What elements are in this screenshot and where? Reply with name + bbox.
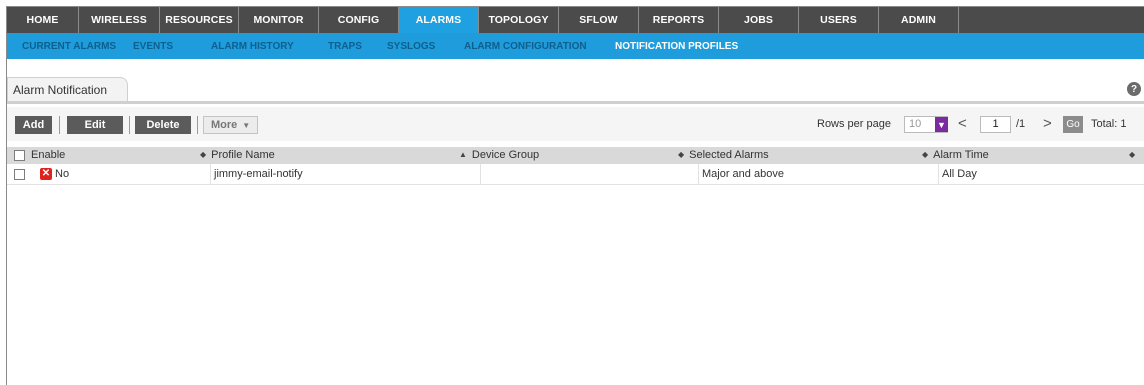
nav-wireless[interactable]: WIRELESS <box>79 7 160 33</box>
row-alarm-time: All Day <box>938 164 1144 185</box>
sub-nav: CURRENT ALARMS EVENTS ALARM HISTORY TRAP… <box>7 33 1144 61</box>
toolbar-divider <box>59 116 60 134</box>
delete-button[interactable]: Delete <box>135 116 191 134</box>
sort-icon: ◆ <box>922 150 929 159</box>
tab-label: Alarm Notification <box>13 82 108 97</box>
page-count: /1 <box>1016 118 1026 130</box>
subnav-alarm-history[interactable]: ALARM HISTORY <box>211 41 294 52</box>
nav-config[interactable]: CONFIG <box>319 7 399 33</box>
subnav-current-alarms[interactable]: CURRENT ALARMS <box>22 41 116 52</box>
nav-resources[interactable]: RESOURCES <box>160 7 239 33</box>
toolbar: Add Edit Delete More ▼ Rows per page 10 … <box>7 107 1144 141</box>
subnav-notification-profiles[interactable]: NOTIFICATION PROFILES <box>615 41 738 52</box>
column-header-selected-alarms[interactable]: ◆ Selected Alarms <box>678 149 769 161</box>
add-button[interactable]: Add <box>15 116 52 134</box>
toolbar-divider <box>129 116 130 134</box>
next-page-icon[interactable]: > <box>1043 115 1052 132</box>
more-dropdown-button[interactable]: More ▼ <box>203 116 258 134</box>
more-label: More <box>211 119 238 131</box>
sort-icon: ◆ <box>200 150 207 159</box>
column-header-label: Selected Alarms <box>689 149 769 161</box>
go-button[interactable]: Go <box>1063 116 1083 133</box>
subnav-alarm-configuration[interactable]: ALARM CONFIGURATION <box>464 41 587 52</box>
content-frame: HOME WIRELESS RESOURCES MONITOR CONFIG A… <box>6 6 1144 385</box>
main-nav: HOME WIRELESS RESOURCES MONITOR CONFIG A… <box>7 7 1144 33</box>
help-icon[interactable]: ? <box>1127 82 1141 96</box>
column-menu-icon[interactable]: ◆ <box>1129 149 1140 161</box>
column-header-label: Device Group <box>471 149 540 161</box>
page-number-input[interactable]: 1 <box>980 116 1011 133</box>
nav-admin[interactable]: ADMIN <box>879 7 959 33</box>
app-window: HOME WIRELESS RESOURCES MONITOR CONFIG A… <box>0 0 1144 385</box>
column-header-enable[interactable]: Enable <box>31 149 65 161</box>
row-checkbox[interactable] <box>14 169 25 180</box>
tab-alarm-notification[interactable]: Alarm Notification <box>7 77 128 101</box>
nav-reports[interactable]: REPORTS <box>639 7 719 33</box>
row-enable-value: No <box>55 168 70 180</box>
column-header-device-group[interactable]: ▲ Device Group <box>459 149 539 161</box>
nav-home[interactable]: HOME <box>7 7 79 33</box>
nav-users[interactable]: USERS <box>799 7 879 33</box>
row-selected-alarms: Major and above <box>698 164 938 185</box>
select-all-checkbox[interactable] <box>14 150 25 161</box>
nav-filler <box>959 7 1144 33</box>
edit-button[interactable]: Edit <box>67 116 123 134</box>
chevron-down-icon[interactable]: ▼ <box>935 117 948 132</box>
subnav-events[interactable]: EVENTS <box>133 41 173 52</box>
subnav-traps[interactable]: TRAPS <box>328 41 362 52</box>
panel-tab-strip: Alarm Notification ? <box>7 77 1144 104</box>
nav-jobs[interactable]: JOBS <box>719 7 799 33</box>
row-profile-name: jimmy-email-notify <box>210 164 480 185</box>
rows-per-page-label: Rows per page <box>817 118 891 130</box>
nav-sflow[interactable]: SFLOW <box>559 7 639 33</box>
toolbar-divider <box>197 116 198 134</box>
column-header-label: Alarm Time <box>933 149 989 161</box>
previous-page-icon[interactable]: < <box>958 115 967 132</box>
table-header: Enable ◆ Profile Name ▲ Device Group ◆ Sele… <box>7 147 1144 164</box>
sort-ascending-icon: ▲ <box>459 150 467 159</box>
nav-monitor[interactable]: MONITOR <box>239 7 319 33</box>
chevron-down-icon: ▼ <box>242 120 251 130</box>
column-header-label: Profile Name <box>211 149 275 161</box>
total-count: Total: 1 <box>1091 118 1127 130</box>
column-header-profile-name[interactable]: ◆ Profile Name <box>200 149 275 161</box>
row-device-group <box>480 164 698 185</box>
sort-icon: ◆ <box>678 150 685 159</box>
column-header-alarm-time[interactable]: ◆ Alarm Time <box>922 149 989 161</box>
nav-topology[interactable]: TOPOLOGY <box>479 7 559 33</box>
disabled-status-icon: ✕ <box>40 168 52 180</box>
nav-alarms[interactable]: ALARMS <box>399 7 479 33</box>
sort-icon: ◆ <box>1129 150 1136 159</box>
subnav-syslogs[interactable]: SYSLOGS <box>387 41 435 52</box>
table-row[interactable]: ✕ No jimmy-email-notify Major and above … <box>7 164 1144 185</box>
